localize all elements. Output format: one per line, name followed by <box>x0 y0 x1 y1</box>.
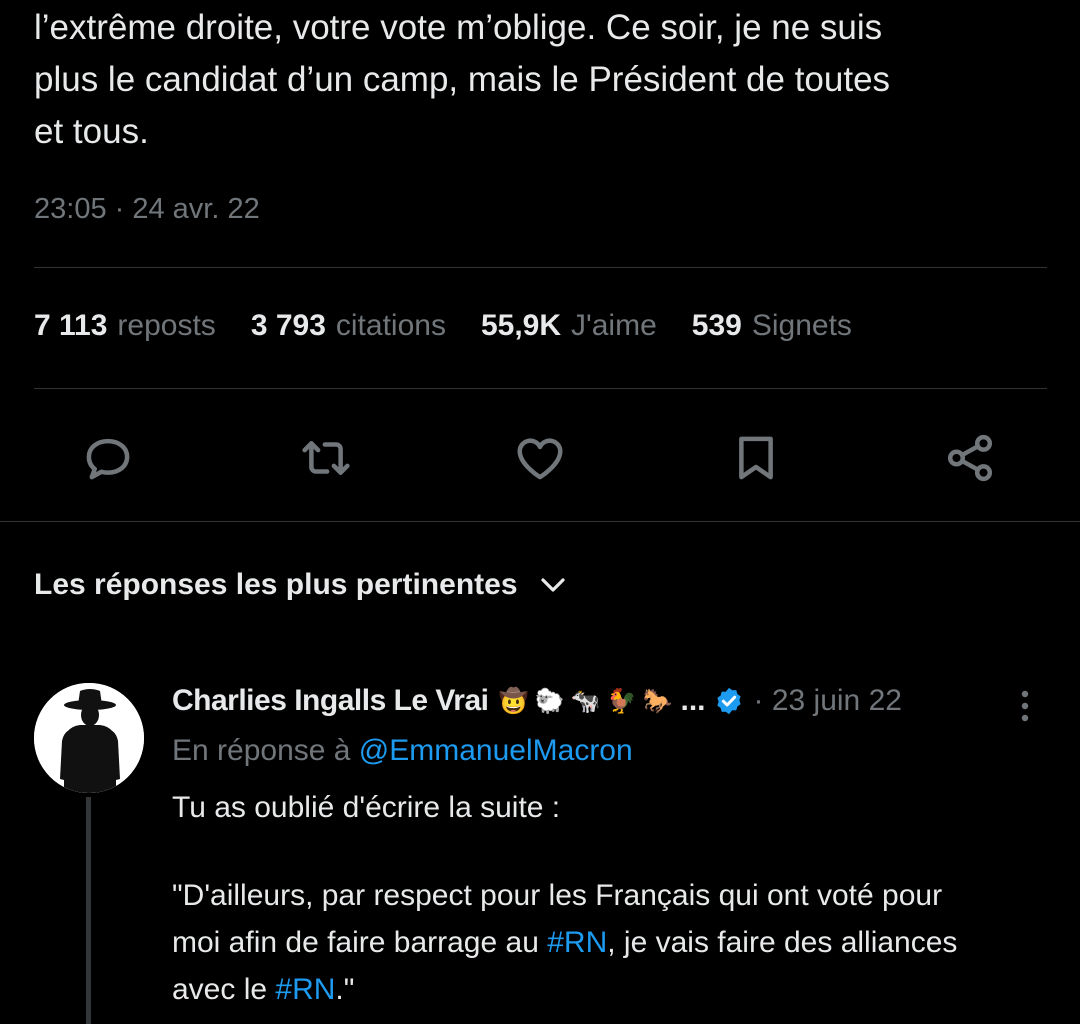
text-segment: , je vais faire des alliances <box>607 926 958 959</box>
cowboy-silhouette-avatar-image <box>34 683 144 793</box>
divider <box>0 521 1080 522</box>
reply-text-line: avec le #RN." <box>172 966 1052 1013</box>
reply-text-line: moi afin de faire barrage au #RN, je vai… <box>172 919 1052 966</box>
horse-emoji: 🐎 <box>642 687 673 715</box>
divider <box>34 388 1047 389</box>
stat-label: Signets <box>751 309 852 342</box>
chevron-down-icon <box>540 578 565 592</box>
tweet-text-line: et tous. <box>34 112 149 151</box>
hashtag-link[interactable]: #RN <box>547 926 607 959</box>
stat-likes[interactable]: 55,9K J'aime <box>481 309 657 343</box>
reply-text: Tu as oublié d'écrire la suite : "D'aill… <box>172 784 1052 1013</box>
engagement-stats: 7 113 reposts 3 793 citations 55,9K J'aime … <box>34 309 887 343</box>
stat-citations[interactable]: 3 793 citations <box>251 309 446 343</box>
stat-value: 7 113 <box>34 309 108 342</box>
author-name[interactable]: Charlies Ingalls Le Vrai <box>172 684 489 718</box>
bookmark-button[interactable] <box>726 428 786 488</box>
tweet-timestamp[interactable]: 23:05 · 24 avr. 22 <box>34 193 260 226</box>
stat-bookmarks[interactable]: 539 Signets <box>692 309 852 343</box>
more-vertical-icon <box>1021 690 1029 722</box>
replies-sort-selector[interactable]: Les réponses les plus pertinentes <box>34 568 568 602</box>
share-icon <box>947 434 993 482</box>
divider <box>34 267 1047 268</box>
hashtag-link[interactable]: #RN <box>275 973 335 1006</box>
sheep-emoji: 🐑 <box>534 687 565 715</box>
stat-label: reposts <box>117 309 216 342</box>
share-button[interactable] <box>940 428 1000 488</box>
name-truncation-ellipsis: ... <box>680 684 706 717</box>
mention-link[interactable]: @EmmanuelMacron <box>359 734 633 767</box>
stat-label: citations <box>335 309 446 342</box>
stat-value: 55,9K <box>480 309 562 342</box>
text-segment: moi afin de faire barrage au <box>172 926 548 959</box>
replies-sort-label: Les réponses les plus pertinentes <box>34 568 518 601</box>
reply-header: Charlies Ingalls Le Vrai 🤠 🐑 🐄 🐓 🐎 ... ·… <box>172 684 902 718</box>
stat-value: 539 <box>691 309 742 342</box>
thread-connector-line <box>86 797 91 1024</box>
repost-icon <box>302 441 350 475</box>
reply-text-line: Tu as oublié d'écrire la suite : <box>172 791 561 824</box>
text-segment: avec le <box>172 973 276 1006</box>
reply-to-prefix: En réponse à <box>172 734 359 767</box>
more-options-button[interactable] <box>1010 686 1040 726</box>
tweet-detail-page: l’extrême droite, votre vote m’oblige. C… <box>0 0 1080 1024</box>
cow-emoji: 🐄 <box>570 687 601 715</box>
text-segment: ." <box>335 973 355 1006</box>
like-icon <box>517 438 563 480</box>
rooster-emoji: 🐓 <box>606 687 637 715</box>
tweet-text: l’extrême droite, votre vote m’oblige. C… <box>34 2 1054 158</box>
verified-badge-icon <box>716 687 741 715</box>
author-name-emojis: 🤠 🐑 🐄 🐓 🐎 <box>496 684 676 718</box>
like-button[interactable] <box>510 428 570 488</box>
repost-button[interactable] <box>296 428 356 488</box>
bookmark-icon <box>739 436 773 480</box>
reply-text-line: "D'ailleurs, par respect pour les França… <box>172 879 943 912</box>
reply-icon <box>86 438 130 480</box>
stat-reposts[interactable]: 7 113 reposts <box>34 309 216 343</box>
cowboy-face-emoji: 🤠 <box>498 687 529 715</box>
tweet-text-line: plus le candidat d’un camp, mais le Prés… <box>34 60 891 99</box>
action-bar <box>0 428 1080 488</box>
reply-button[interactable] <box>78 428 138 488</box>
stat-label: J'aime <box>571 309 657 342</box>
reply-to-line: En réponse à @EmmanuelMacron <box>172 734 633 768</box>
stat-value: 3 793 <box>250 309 326 342</box>
tweet-text-line: l’extrême droite, votre vote m’oblige. C… <box>34 8 883 47</box>
reply-date[interactable]: · 23 juin 22 <box>754 684 902 718</box>
avatar[interactable] <box>34 683 144 793</box>
